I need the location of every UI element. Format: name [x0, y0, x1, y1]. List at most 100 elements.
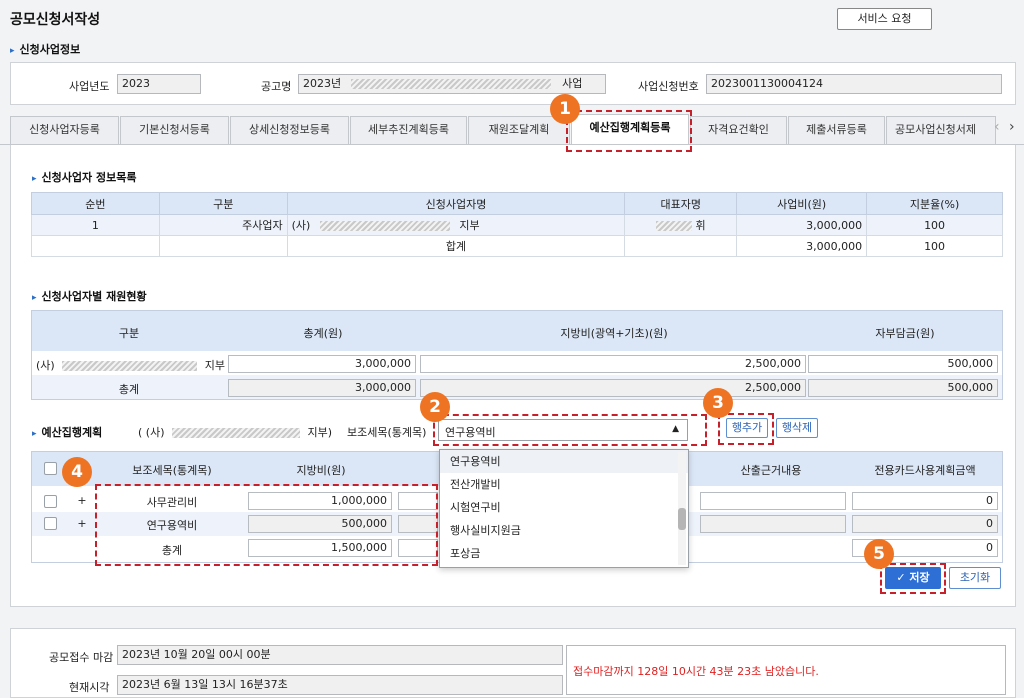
tab-documents[interactable]: 제출서류등록: [788, 116, 885, 144]
select-all-checkbox[interactable]: [44, 462, 57, 475]
name-prefix: (사): [291, 219, 311, 232]
reset-button[interactable]: 초기화: [949, 567, 1001, 589]
col-type: 구분: [158, 192, 288, 215]
col-local: 지방비(원): [296, 464, 346, 477]
total-share: 100: [866, 235, 1003, 257]
name-suffix: 지부: [459, 219, 480, 232]
notice-suffix: 사업: [562, 77, 583, 90]
dropdown-option[interactable]: 포상금: [440, 542, 688, 565]
annotation-box-2: [433, 414, 707, 446]
table-row-total: 합계 3,000,000 100: [31, 235, 1003, 257]
row-basis-input[interactable]: [700, 492, 846, 510]
row-basis-input[interactable]: [700, 515, 846, 533]
funding-local-input[interactable]: 2,500,000: [420, 355, 806, 373]
tab-next-icon[interactable]: ›: [1009, 119, 1021, 141]
page-title: 공모신청서작성: [10, 12, 101, 28]
tab-detail-info[interactable]: 상세신청정보등록: [230, 116, 349, 144]
notice-prefix: 2023년: [303, 77, 342, 90]
applicants-table: 순번 구분 신청사업자명 대표자명 사업비(원) 지분율(%) 1 주사업자 (…: [31, 192, 1003, 257]
funding-self-input[interactable]: 500,000: [808, 355, 998, 373]
tab-public-application[interactable]: 공모사업신청서제: [886, 116, 996, 144]
step-badge-1: 1: [550, 94, 580, 124]
table-row[interactable]: 1 주사업자 (사) 지부 휘 3,000,000 100: [31, 214, 1003, 236]
col-local: 지방비(광역+기초)(원): [560, 327, 668, 340]
sum-self: 500,000: [808, 379, 998, 397]
redacted-block: [62, 361, 198, 371]
redacted-block: [350, 79, 551, 89]
deadline-label: 공모접수 마감: [49, 651, 114, 664]
step-badge-3: 3: [703, 388, 733, 418]
now-field: 2023년 6월 13일 13시 16분37초: [117, 675, 563, 695]
dropdown-scrollbar[interactable]: [678, 452, 686, 565]
name-prefix: (사): [36, 359, 55, 372]
dropdown-option[interactable]: 행사실비지원금: [440, 519, 688, 542]
step-badge-4: 4: [62, 457, 92, 487]
sum-total: 3,000,000: [228, 379, 416, 397]
tab-basic-application[interactable]: 기본신청서등록: [120, 116, 229, 144]
cell-no: 1: [31, 214, 160, 236]
sum-local: 2,500,000: [420, 379, 806, 397]
row-card-input[interactable]: 0: [852, 492, 998, 510]
remaining-text: 접수마감까지 128일 10시간 43분 23초 남았습니다.: [573, 665, 819, 678]
funding-table: 구분 총계(원) 지방비(광역+기초)(원) 자부담금(원) (사) 지부 3,…: [31, 310, 1003, 400]
annotation-box-4: [95, 484, 438, 566]
col-name: 신청사업자명: [286, 192, 626, 215]
redacted-block: [319, 221, 450, 231]
row-card-input[interactable]: 0: [852, 515, 998, 533]
col-card: 전용카드사용계획금액: [874, 464, 976, 477]
cell-name: (사) 지부: [286, 214, 626, 236]
delete-row-button[interactable]: 행삭제: [776, 418, 818, 438]
annotation-box-3: [718, 413, 774, 445]
funding-row-name: (사) 지부: [36, 357, 225, 373]
section-heading-budget: 예산집행계획: [32, 424, 103, 440]
cell-share: 100: [866, 214, 1003, 236]
footer-panel: 공모접수 마감 2023년 10월 20일 00시 00분 현재시각 2023년…: [10, 628, 1016, 698]
org-prefix: ( (사): [138, 426, 165, 439]
col-total: 총계(원): [303, 327, 343, 340]
tab-applicant-register[interactable]: 신청사업자등록: [10, 116, 119, 144]
col-amount: 사업비(원): [736, 192, 868, 215]
col-rep: 대표자명: [624, 192, 738, 215]
dropdown-option[interactable]: 연구용역비: [440, 450, 688, 473]
service-request-button[interactable]: 서비스 요청: [837, 8, 932, 30]
year-label: 사업년도: [69, 80, 110, 93]
row-checkbox[interactable]: [44, 495, 57, 508]
col-type: 구분: [118, 327, 140, 340]
rep-suffix: 휘: [695, 219, 706, 232]
expand-plus-icon[interactable]: +: [72, 517, 92, 530]
redacted-block: [172, 428, 300, 438]
cell-type: 주사업자: [158, 214, 288, 236]
section-heading-info: 신청사업정보: [10, 41, 81, 57]
sum-label: 총계: [118, 383, 140, 396]
col-item: 보조세목(통계목): [132, 464, 212, 477]
notice-field: 2023년 사업: [298, 74, 606, 94]
tab-plan[interactable]: 세부추진계획등록: [350, 116, 467, 144]
scrollbar-thumb[interactable]: [678, 508, 686, 530]
dropdown-option[interactable]: 시험연구비: [440, 496, 688, 519]
org-suffix: 지부): [307, 426, 333, 439]
tab-qualification[interactable]: 자격요건확인: [690, 116, 787, 144]
name-suffix: 지부: [204, 359, 225, 372]
tab-prev-icon[interactable]: ‹: [994, 119, 1006, 141]
col-self: 자부담금(원): [875, 327, 935, 340]
deadline-field: 2023년 10월 20일 00시 00분: [117, 645, 563, 665]
section-heading-applicants: 신청사업자 정보목록: [32, 169, 137, 185]
total-amount: 3,000,000: [736, 235, 868, 257]
info-panel: 사업년도 2023 공고명 2023년 사업 사업신청번호 2023001130…: [10, 62, 1016, 105]
step-badge-5: 5: [864, 539, 894, 569]
funding-total-input[interactable]: 3,000,000: [228, 355, 416, 373]
budget-item-label: 보조세목(통계목): [347, 426, 427, 439]
redacted-block: [655, 221, 692, 231]
now-label: 현재시각: [69, 681, 110, 694]
annotation-box-5: [880, 563, 946, 594]
dropdown-option[interactable]: 전산개발비: [440, 473, 688, 496]
cell-amount: 3,000,000: [736, 214, 868, 236]
year-field: 2023: [117, 74, 201, 94]
col-share: 지분율(%): [866, 192, 1003, 215]
budget-item-dropdown[interactable]: 연구용역비 전산개발비 시험연구비 행사실비지원금 포상금: [439, 449, 689, 568]
cell-rep: 휘: [624, 214, 738, 236]
expand-plus-icon[interactable]: +: [72, 494, 92, 507]
annotation-box-1: [566, 110, 692, 152]
col-no: 순번: [31, 192, 160, 215]
row-checkbox[interactable]: [44, 517, 57, 530]
